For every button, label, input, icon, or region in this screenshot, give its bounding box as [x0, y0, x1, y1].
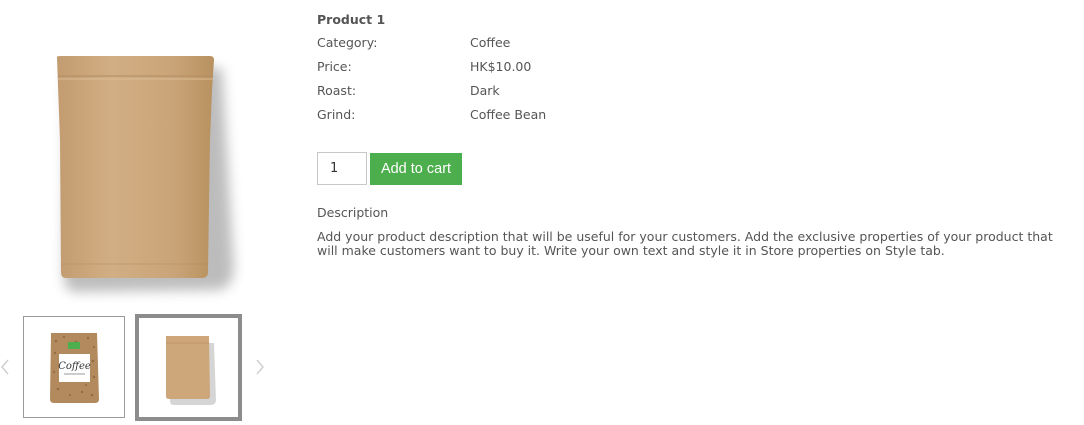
spec-label: Price:	[317, 59, 352, 74]
product-info: Product 1 Category: Coffee Price: HK$10.…	[317, 12, 1077, 132]
product-title: Product 1	[317, 12, 386, 27]
spec-value: Coffee Bean	[470, 107, 547, 122]
spec-label: Roast:	[317, 83, 357, 98]
thumbnail-next-button[interactable]	[253, 356, 267, 378]
thumbnail-prev-button[interactable]	[0, 356, 12, 378]
spec-label: Category:	[317, 35, 378, 50]
thumbnail-plain-bag-selected[interactable]	[135, 314, 242, 421]
product-main-image	[22, 20, 252, 305]
spec-value: Dark	[470, 83, 500, 98]
thumbnail-printed-bag[interactable]: Coffee	[23, 316, 125, 418]
chevron-right-icon	[256, 359, 264, 375]
description-text: Add your product description that will b…	[317, 229, 1053, 258]
spec-value: Coffee	[470, 35, 511, 50]
add-to-cart-button[interactable]: Add to cart	[370, 153, 462, 185]
spec-label: Grind:	[317, 107, 356, 122]
spec-row-price: Price: HK$10.00	[317, 60, 1077, 84]
spec-row-category: Category: Coffee	[317, 36, 1077, 60]
spec-row-grind: Grind: Coffee Bean	[317, 108, 1077, 132]
thumbnail-bag-label: Coffee	[58, 361, 91, 372]
spec-value: HK$10.00	[470, 59, 532, 74]
quantity-input[interactable]	[317, 152, 367, 185]
description-heading: Description	[317, 205, 389, 220]
spec-row-roast: Roast: Dark	[317, 84, 1077, 108]
chevron-left-icon	[1, 359, 9, 375]
